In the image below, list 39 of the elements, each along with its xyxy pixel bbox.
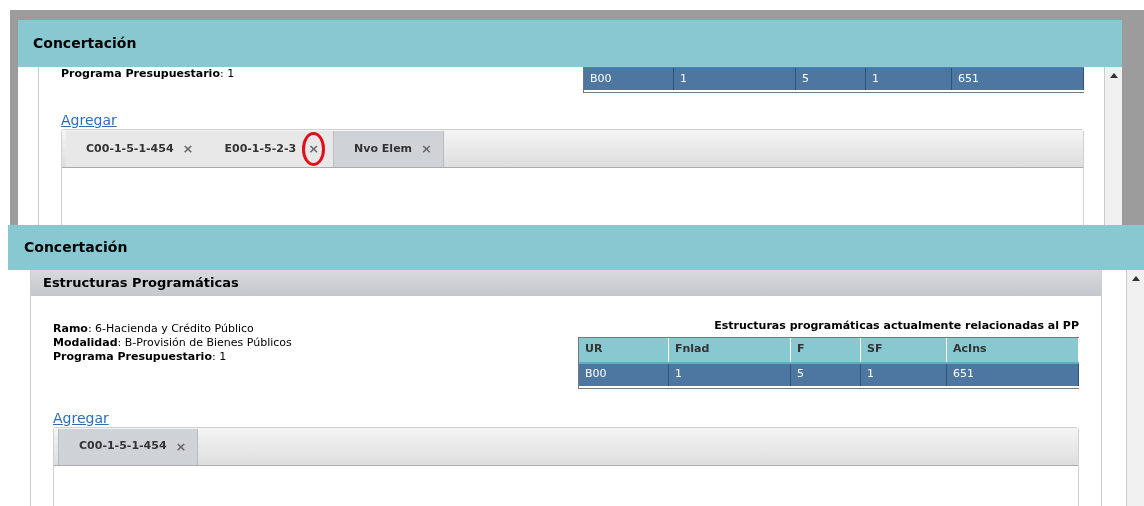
table-cell: 1	[674, 68, 796, 90]
section-header: Estructuras Programáticas	[31, 270, 1101, 296]
dialog-header: Concertación	[8, 225, 1144, 270]
scroll-up-icon[interactable]	[1109, 73, 1118, 78]
close-button[interactable]: ×	[172, 436, 190, 457]
dialog-header: Concertación	[18, 20, 1122, 67]
field-text: Ramo: 6-Hacienda y Crédito Público	[53, 322, 255, 336]
tab[interactable]: Nvo Elem ×	[333, 131, 444, 167]
table-cell: 651	[952, 68, 1084, 90]
column-header: UR	[579, 337, 669, 362]
table-row[interactable]: B00 1 5 1 651	[579, 363, 1079, 386]
tab[interactable]: E00-1-5-2-3 ×	[204, 131, 334, 167]
table-cell: B00	[579, 363, 669, 386]
field-text: Programa Presupuestario: 1	[61, 67, 235, 81]
scrollbar[interactable]	[1104, 67, 1122, 225]
table-cell: 1	[866, 68, 952, 90]
field-text: Modalidad: B-Provisión de Bienes Públicos	[53, 336, 292, 350]
table-row[interactable]: B00 1 5 1 651	[584, 68, 1084, 90]
column-header: Fnlad	[669, 337, 791, 362]
close-button[interactable]: ×	[302, 132, 326, 166]
table-cell: B00	[584, 68, 674, 90]
close-button[interactable]: ×	[418, 139, 435, 159]
column-header: AcIns	[947, 337, 1079, 362]
column-header: SF	[861, 337, 947, 362]
table-cell: 1	[669, 363, 791, 386]
add-link[interactable]: Agregar	[53, 408, 109, 427]
scroll-up-icon[interactable]	[1131, 276, 1140, 281]
table-caption: Estructuras programáticas actualmente relacionadas al PP	[714, 318, 1079, 334]
table-cell: 1	[861, 363, 947, 386]
field-text: Programa Presupuestario: 1	[53, 350, 228, 364]
table-cell: 651	[947, 363, 1079, 386]
add-link[interactable]: Agregar	[61, 111, 117, 129]
tab[interactable]: C00-1-5-1-454 ×	[66, 131, 205, 167]
table-cell: 5	[796, 68, 866, 90]
column-header: F	[791, 337, 861, 362]
close-button[interactable]: ×	[179, 139, 197, 159]
table-cell: 5	[791, 363, 861, 386]
tab[interactable]: C00-1-5-1-454 ×	[58, 428, 199, 465]
scrollbar[interactable]	[1126, 270, 1144, 506]
